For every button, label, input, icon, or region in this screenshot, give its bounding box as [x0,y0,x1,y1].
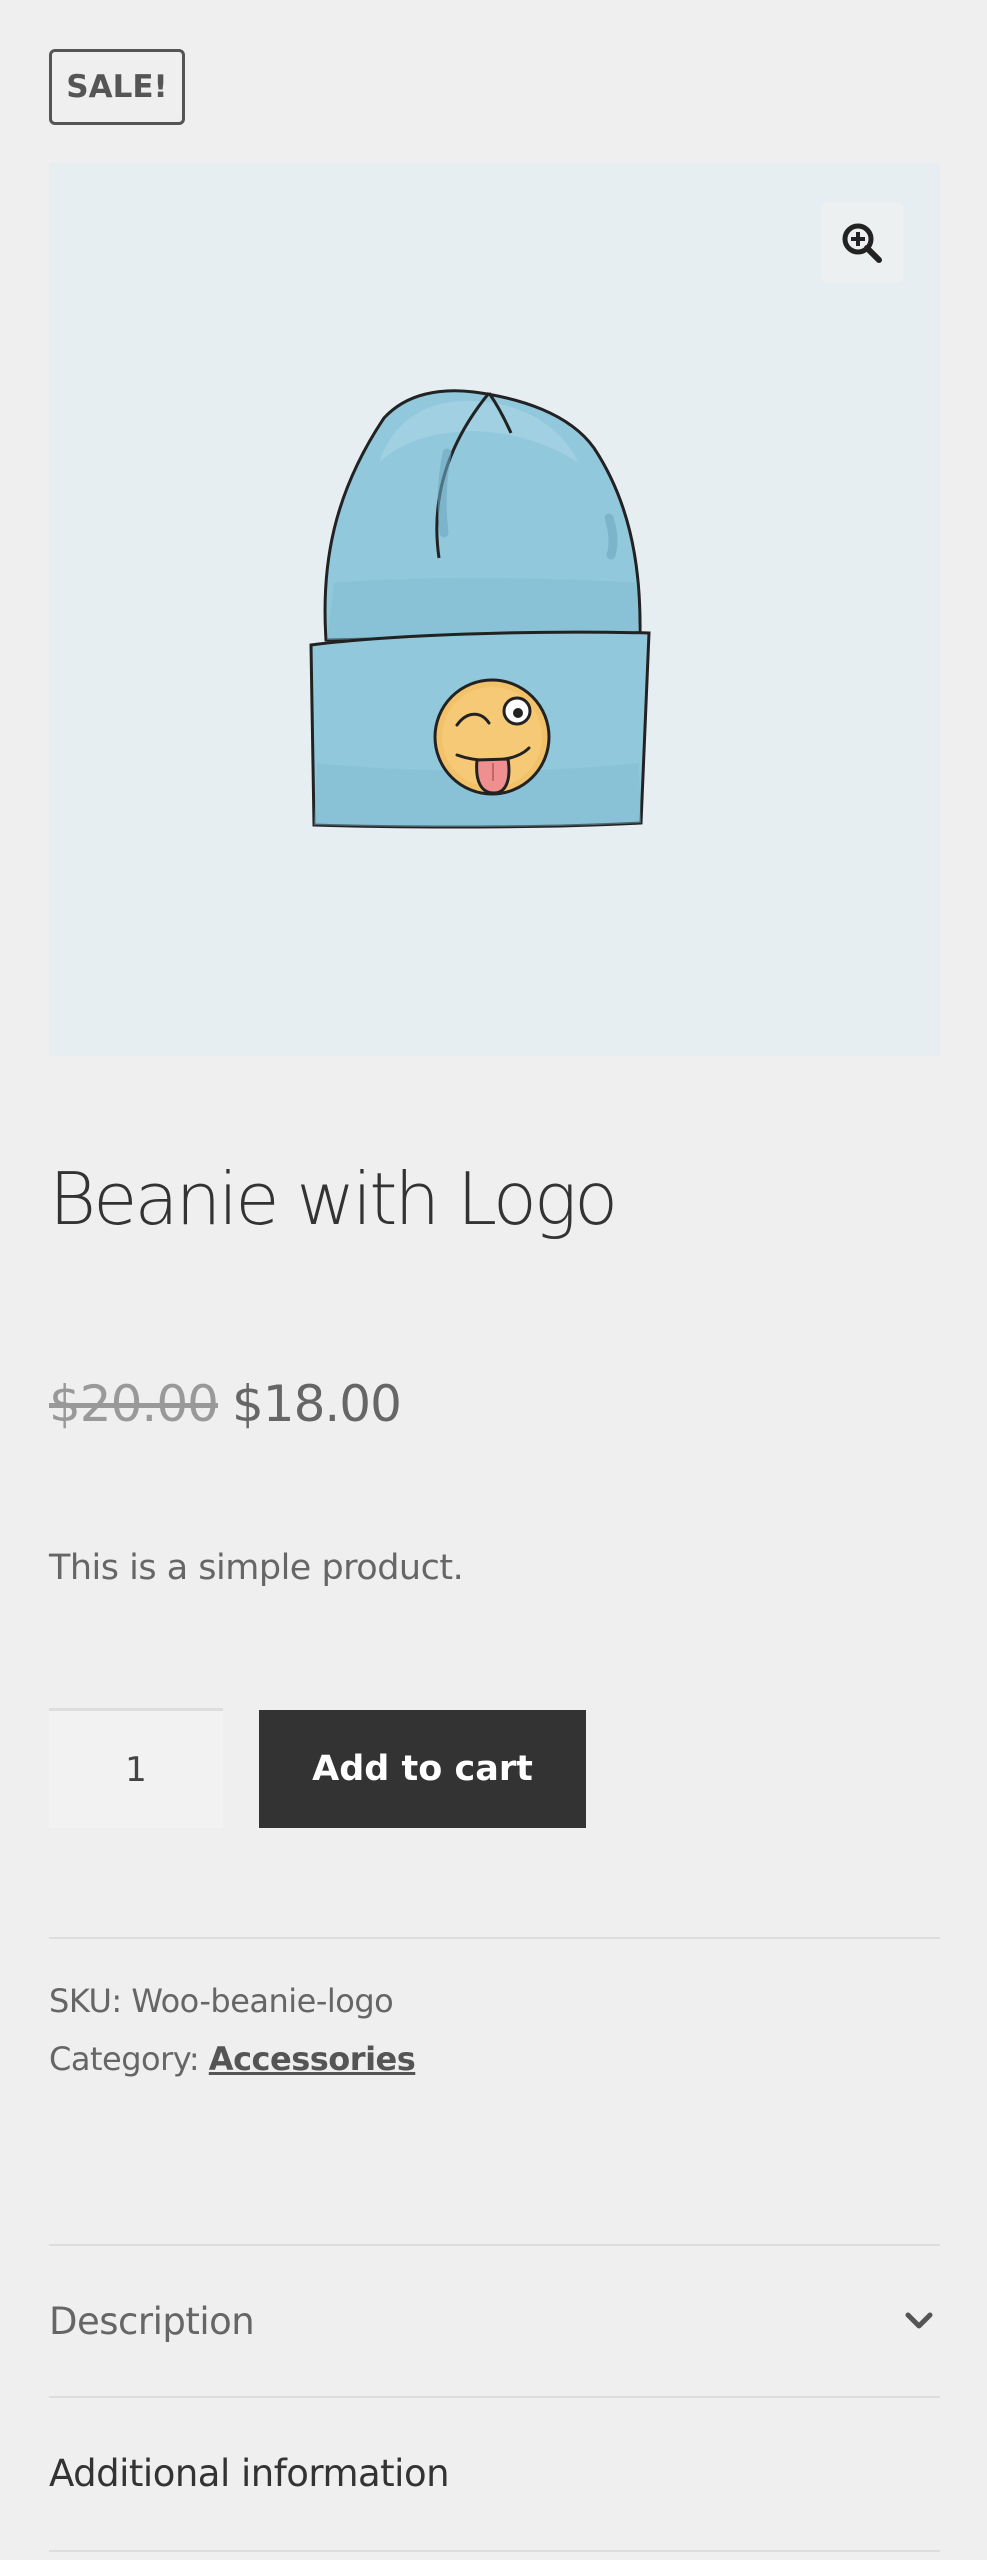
product-image[interactable] [49,163,940,1056]
zoom-button[interactable] [821,203,903,283]
zoom-in-icon [842,223,882,263]
add-to-cart-button[interactable]: Add to cart [259,1710,586,1828]
tab-additional-information-label: Additional information [49,2451,450,2495]
tab-description[interactable]: Description [49,2246,940,2396]
sale-badge-label: SALE! [66,69,168,105]
category-link[interactable]: Accessories [209,2040,416,2078]
short-description: This is a simple product. [49,1548,464,1588]
product-title: Beanie with Logo [49,1157,618,1241]
divider [49,2550,940,2552]
divider [49,1937,940,1939]
product-gallery [49,163,940,1056]
product-category: Category: Accessories [49,2040,416,2078]
chevron-down-icon [905,2312,933,2329]
tab-additional-information[interactable]: Additional information [49,2398,940,2548]
product-price: $20.00 $18.00 [49,1375,402,1433]
sale-badge: SALE! [49,49,185,125]
quantity-input[interactable] [49,1708,223,1828]
product-sku: SKU: Woo-beanie-logo [49,1982,394,2020]
tab-description-label: Description [49,2299,255,2343]
sale-price: $18.00 [231,1375,402,1433]
category-label: Category: [49,2040,200,2078]
regular-price: $20.00 [49,1375,219,1433]
sku-value: Woo-beanie-logo [131,1982,394,2020]
sku-label: SKU: [49,1982,122,2020]
